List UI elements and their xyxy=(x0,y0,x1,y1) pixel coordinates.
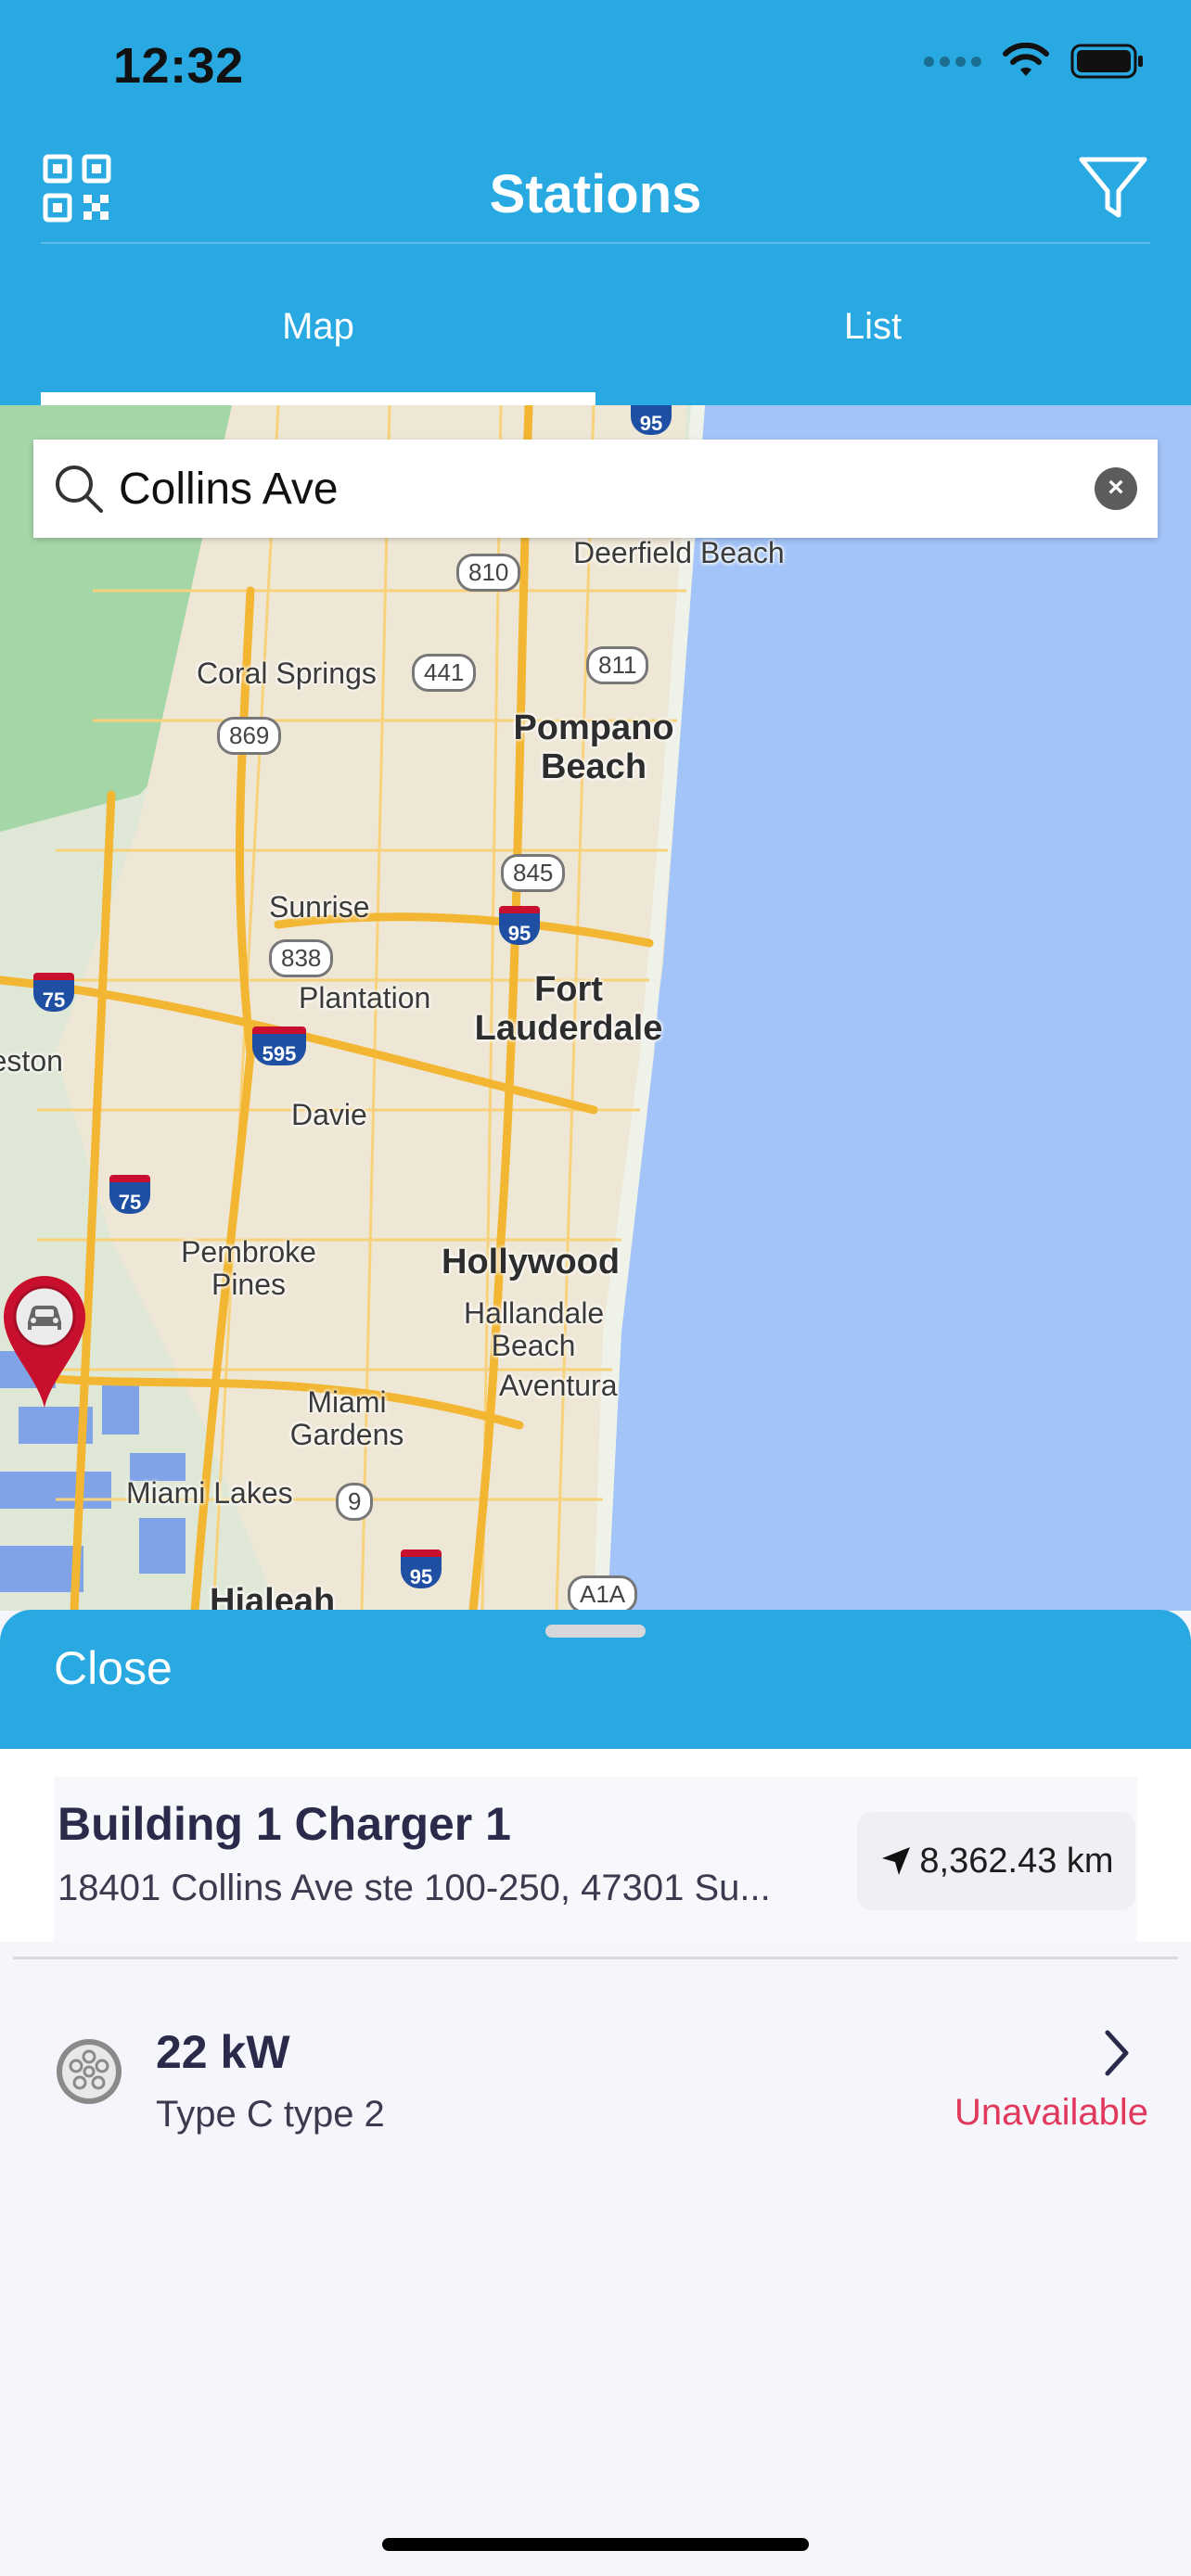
tab-list[interactable]: List xyxy=(596,278,1150,405)
app-header: 12:32 Stations Map List xyxy=(0,0,1191,405)
tab-map-label: Map xyxy=(282,306,354,347)
station-card[interactable]: Building 1 Charger 1 18401 Collins Ave s… xyxy=(0,1749,1191,1942)
interstate-shield: 95 xyxy=(401,1549,442,1588)
connector-row[interactable]: 22 kW Type C type 2 Unavailable xyxy=(0,1960,1191,2157)
route-shield: 9 xyxy=(336,1483,374,1521)
map-label: Coral Springs xyxy=(197,657,377,690)
map-label: Hallandale Beach xyxy=(464,1296,605,1363)
bottom-sheet-body: Building 1 Charger 1 18401 Collins Ave s… xyxy=(0,1749,1191,2576)
navigation-arrow-icon xyxy=(882,1847,911,1875)
interstate-shield: 95 xyxy=(499,906,540,945)
station-name: Building 1 Charger 1 xyxy=(58,1798,511,1850)
filter-icon[interactable] xyxy=(1078,156,1148,221)
map-label: Sunrise xyxy=(269,890,370,924)
distance-value: 8,362.43 km xyxy=(919,1841,1114,1881)
map-label: Miami Gardens xyxy=(289,1385,404,1452)
close-button[interactable]: Close xyxy=(54,1641,173,1695)
tab-list-label: List xyxy=(843,306,903,347)
connector-type: Type C type 2 xyxy=(156,2094,385,2135)
distance-badge[interactable]: 8,362.43 km xyxy=(857,1812,1135,1910)
search-icon xyxy=(56,465,103,513)
clear-search-icon[interactable]: × xyxy=(1095,467,1137,510)
map-label: Fort Lauderdale xyxy=(474,970,663,1048)
search-input[interactable]: Collins Ave xyxy=(119,464,1095,515)
map-label: Plantation xyxy=(299,981,431,1014)
nav-bar: Stations xyxy=(0,139,1191,241)
interstate-shield: 75 xyxy=(109,1175,150,1214)
station-address: 18401 Collins Ave ste 100-250, 47301 Su.… xyxy=(58,1868,771,1908)
bottom-sheet-header: Close xyxy=(0,1610,1191,1749)
station-map-pin[interactable] xyxy=(0,1274,89,1409)
route-shield: 869 xyxy=(217,717,282,755)
wifi-icon xyxy=(1003,43,1049,76)
map-label: Hollywood xyxy=(442,1243,621,1282)
page-title: Stations xyxy=(489,164,702,224)
battery-icon xyxy=(1070,44,1143,79)
route-shield: 810 xyxy=(456,554,521,592)
chevron-right-icon[interactable] xyxy=(1098,2025,1135,2081)
active-tab-indicator xyxy=(41,392,596,405)
cellular-signal-icon xyxy=(924,56,981,67)
map-label: Weston xyxy=(0,1044,63,1078)
status-time: 12:32 xyxy=(113,38,244,94)
nav-divider xyxy=(41,242,1150,244)
search-bar[interactable]: Collins Ave × xyxy=(33,440,1158,538)
map-view[interactable]: Deerfield Beach Coral Springs Pompano Be… xyxy=(0,405,1191,1611)
map-label: Aventura xyxy=(499,1369,618,1402)
interstate-shield: 75 xyxy=(33,973,74,1012)
status-icons xyxy=(924,43,1145,80)
connector-status: Unavailable xyxy=(954,2092,1148,2133)
connector-power: 22 kW xyxy=(156,2026,290,2078)
status-bar: 12:32 xyxy=(0,0,1191,130)
view-tabs: Map List xyxy=(41,278,1150,405)
map-label: Pompano Beach xyxy=(513,708,674,786)
route-shield: 441 xyxy=(412,654,477,692)
tab-map[interactable]: Map xyxy=(41,278,596,405)
route-shield: A1A xyxy=(568,1575,638,1611)
route-shield: 838 xyxy=(269,939,334,977)
home-indicator xyxy=(382,2538,809,2551)
station-info: Building 1 Charger 1 18401 Collins Ave s… xyxy=(54,1777,1137,1942)
map-label: Deerfield Beach xyxy=(573,536,785,569)
route-shield: 811 xyxy=(586,646,649,684)
sheet-grabber-handle[interactable] xyxy=(545,1625,646,1638)
map-label: Davie xyxy=(291,1098,367,1131)
map-label: Miami Lakes xyxy=(126,1476,293,1510)
route-shield: 845 xyxy=(501,854,566,892)
type2-connector-icon xyxy=(57,2039,122,2104)
divider xyxy=(13,1957,1178,1959)
map-label: Pembroke Pines xyxy=(181,1235,316,1302)
map-label: Hialeah xyxy=(210,1582,336,1611)
interstate-shield: 595 xyxy=(252,1027,306,1065)
